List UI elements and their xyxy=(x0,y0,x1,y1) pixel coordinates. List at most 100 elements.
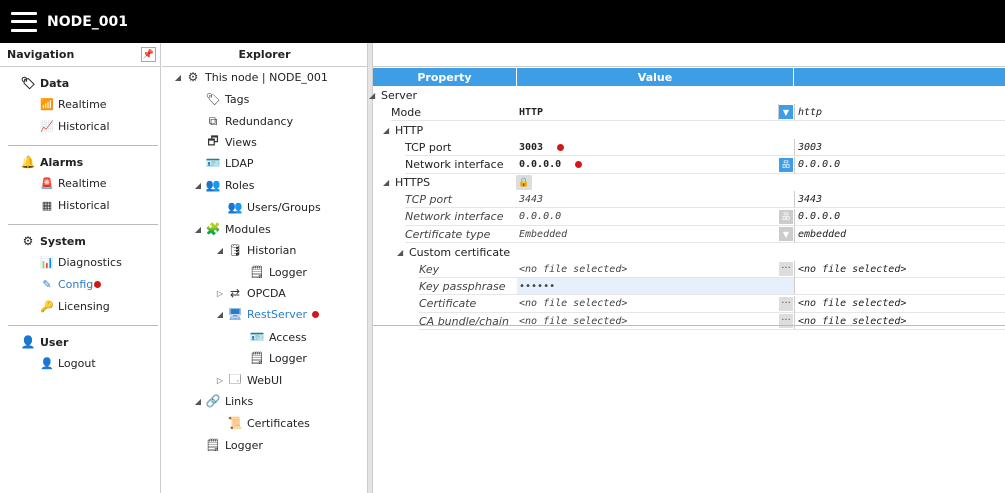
collapse-arrow-icon[interactable]: ◢ xyxy=(192,397,204,406)
property-value[interactable]: 0.0.0.0 xyxy=(517,209,779,226)
property-value[interactable]: 3003 xyxy=(517,139,779,157)
property-value[interactable]: HTTP xyxy=(517,104,779,122)
collapse-arrow-icon[interactable]: ◢ xyxy=(172,73,184,82)
nav-item-data-historical[interactable]: 📈 Historical xyxy=(8,115,158,137)
ellipsis-icon[interactable]: ··· xyxy=(779,314,793,329)
nav-item-data-realtime[interactable]: 📶 Realtime xyxy=(8,93,158,115)
nav-item-alarms-historical[interactable]: ▦ Historical xyxy=(8,194,158,216)
grid-property-row[interactable]: TCP port 3443 3443 xyxy=(373,191,1005,209)
tree-item[interactable]: ⧉ Redundancy xyxy=(192,111,293,131)
property-value[interactable]: Embedded xyxy=(517,226,779,244)
tree-item-label: RestServer xyxy=(247,307,308,321)
collapse-arrow-icon[interactable]: ◢ xyxy=(192,181,204,190)
dropdown-arrow-icon: ▼ xyxy=(779,227,793,242)
ellipsis-icon[interactable]: ··· xyxy=(779,296,793,311)
property-value[interactable]: 0.0.0.0 xyxy=(517,157,779,174)
tree-item[interactable]: ◢ ⚙ This node | NODE_001 xyxy=(172,67,328,87)
column-header-default[interactable] xyxy=(794,68,1005,86)
expand-arrow-icon[interactable]: ▷ xyxy=(214,376,226,385)
tree-item[interactable]: 🗒 Logger xyxy=(192,435,263,455)
lock-icon[interactable]: 🔒 xyxy=(516,175,532,190)
column-header-value[interactable]: Value xyxy=(517,68,794,86)
grid-property-row[interactable]: Network interface 0.0.0.0 品 0.0.0.0 xyxy=(373,208,1005,226)
property-value-text: 0.0.0.0 xyxy=(519,211,562,223)
expand-arrow-icon[interactable]: ▷ xyxy=(214,289,226,298)
nav-item-alarms-realtime[interactable]: 🚨 Realtime xyxy=(8,172,158,194)
tree-item[interactable]: 🗗 Views xyxy=(192,132,256,152)
tree-item[interactable]: 📜 Certificates xyxy=(214,413,310,433)
grid-category-row[interactable]: ◢ Server xyxy=(369,87,1005,104)
nav-section-header: 🔔 Alarms xyxy=(20,155,84,169)
tree-item-label: Redundancy xyxy=(225,114,294,128)
grid-property-row[interactable]: Network interface 0.0.0.0 品 0.0.0.0 xyxy=(373,156,1005,174)
collapse-arrow-icon[interactable]: ◢ xyxy=(369,87,379,104)
grid-property-row[interactable]: TCP port 3003 3003 xyxy=(373,139,1005,157)
column-header-property[interactable]: Property xyxy=(373,68,517,86)
edit-icon: ✎ xyxy=(42,277,52,291)
grid-property-row[interactable]: Key passphrase •••••• xyxy=(373,278,1005,296)
value-button-cell: ··· xyxy=(779,313,794,331)
tree-item[interactable]: ◢ 🖥 RestServer xyxy=(214,304,320,324)
collapse-arrow-icon[interactable]: ◢ xyxy=(383,174,393,191)
explorer-header: Explorer xyxy=(162,43,367,67)
grid-property-row[interactable]: Mode HTTP ▼ http xyxy=(373,104,1005,122)
logger-icon: 🗒 xyxy=(205,438,221,452)
tree-item-label: Users/Groups xyxy=(247,200,321,214)
ellipsis-icon[interactable]: ··· xyxy=(779,262,793,276)
lock-cell: 🔒 xyxy=(516,174,532,191)
grid-category-label: HTTP xyxy=(395,123,424,137)
property-value-text: Embedded xyxy=(519,228,568,240)
nav-section-data: 🏷 Data 📶 Realtime 📈 Historical xyxy=(8,67,158,146)
tree-item[interactable]: 🪪 Access xyxy=(236,327,307,347)
alert-dot xyxy=(575,161,583,169)
grid-category-row[interactable]: ◢ HTTP xyxy=(373,122,1005,139)
tree-item[interactable]: 🪪 LDAP xyxy=(192,153,254,173)
nav-item-logout[interactable]: 👤 Logout xyxy=(8,352,158,374)
grid-category-row[interactable]: ◢ Custom certificate xyxy=(373,244,1005,261)
nav-item-diagnostics[interactable]: 📊 Diagnostics xyxy=(8,251,158,273)
tree-item[interactable]: 🏷 Tags xyxy=(192,89,249,109)
property-name: Certificate xyxy=(419,296,517,313)
grid-category-row[interactable]: ◢ HTTPS 🔒 xyxy=(373,174,1005,191)
tree-item[interactable]: ▷ ⇄ OPCDA xyxy=(214,283,286,303)
collapse-arrow-icon[interactable]: ◢ xyxy=(214,310,226,319)
property-name: Mode xyxy=(391,104,517,122)
explorer-title: Explorer xyxy=(238,48,291,61)
navigation-header: Navigation 📌 xyxy=(0,43,160,67)
nav-item-licensing[interactable]: 🔑 Licensing xyxy=(8,295,158,317)
collapse-arrow-icon[interactable]: ◢ xyxy=(397,244,407,261)
grid-property-row[interactable]: Certificate type Embedded ▼ embedded xyxy=(373,226,1005,244)
tree-item[interactable]: ▷ 🗔 WebUI xyxy=(214,370,282,390)
tree-item[interactable]: 👥 Users/Groups xyxy=(214,197,321,217)
property-value[interactable]: <no file selected> xyxy=(517,261,779,278)
property-value[interactable]: <no file selected> xyxy=(517,296,779,313)
collapse-arrow-icon[interactable]: ◢ xyxy=(192,225,204,234)
tree-item[interactable]: ◢ 🔗 Links xyxy=(192,391,253,411)
grid-property-row[interactable]: CA bundle/chain <no file selected> ··· <no … xyxy=(373,313,1005,331)
tree-item[interactable]: ◢ 🧩 Modules xyxy=(192,219,271,239)
tree-item[interactable]: ◢ 🛢 Historian xyxy=(214,240,296,260)
tree-item-label: OPCDA xyxy=(247,286,286,300)
property-name: Key xyxy=(419,261,517,278)
grid-category-label: Server xyxy=(381,89,418,102)
property-value[interactable]: <no file selected> xyxy=(517,313,779,331)
pin-icon[interactable]: 📌 xyxy=(141,47,156,62)
grid-property-row[interactable]: Key <no file selected> ··· <no file selecte… xyxy=(373,261,1005,278)
collapse-arrow-icon[interactable]: ◢ xyxy=(214,246,226,255)
nav-item-config[interactable]: ✎ Config xyxy=(8,273,158,295)
dropdown-arrow-icon[interactable]: ▼ xyxy=(779,105,793,120)
property-value[interactable]: 3443 xyxy=(517,191,779,209)
rss-icon: 📶 xyxy=(40,97,54,111)
network-icon[interactable]: 品 xyxy=(779,157,793,172)
tree-item-label: Modules xyxy=(225,222,271,236)
hamburger-menu-icon[interactable] xyxy=(11,11,37,32)
tree-item[interactable]: ◢ 👥 Roles xyxy=(192,175,255,195)
grid-property-row[interactable]: Certificate <no file selected> ··· <no file… xyxy=(373,295,1005,313)
property-default-value: <no file selected> xyxy=(794,313,1005,331)
property-value[interactable]: •••••• xyxy=(517,278,779,296)
property-default-value: embedded xyxy=(794,226,1005,244)
alert-dot xyxy=(94,280,102,288)
tree-item[interactable]: 🗒 Logger xyxy=(236,348,307,368)
collapse-arrow-icon[interactable]: ◢ xyxy=(383,122,393,139)
tree-item[interactable]: 🗒 Logger xyxy=(236,262,307,282)
